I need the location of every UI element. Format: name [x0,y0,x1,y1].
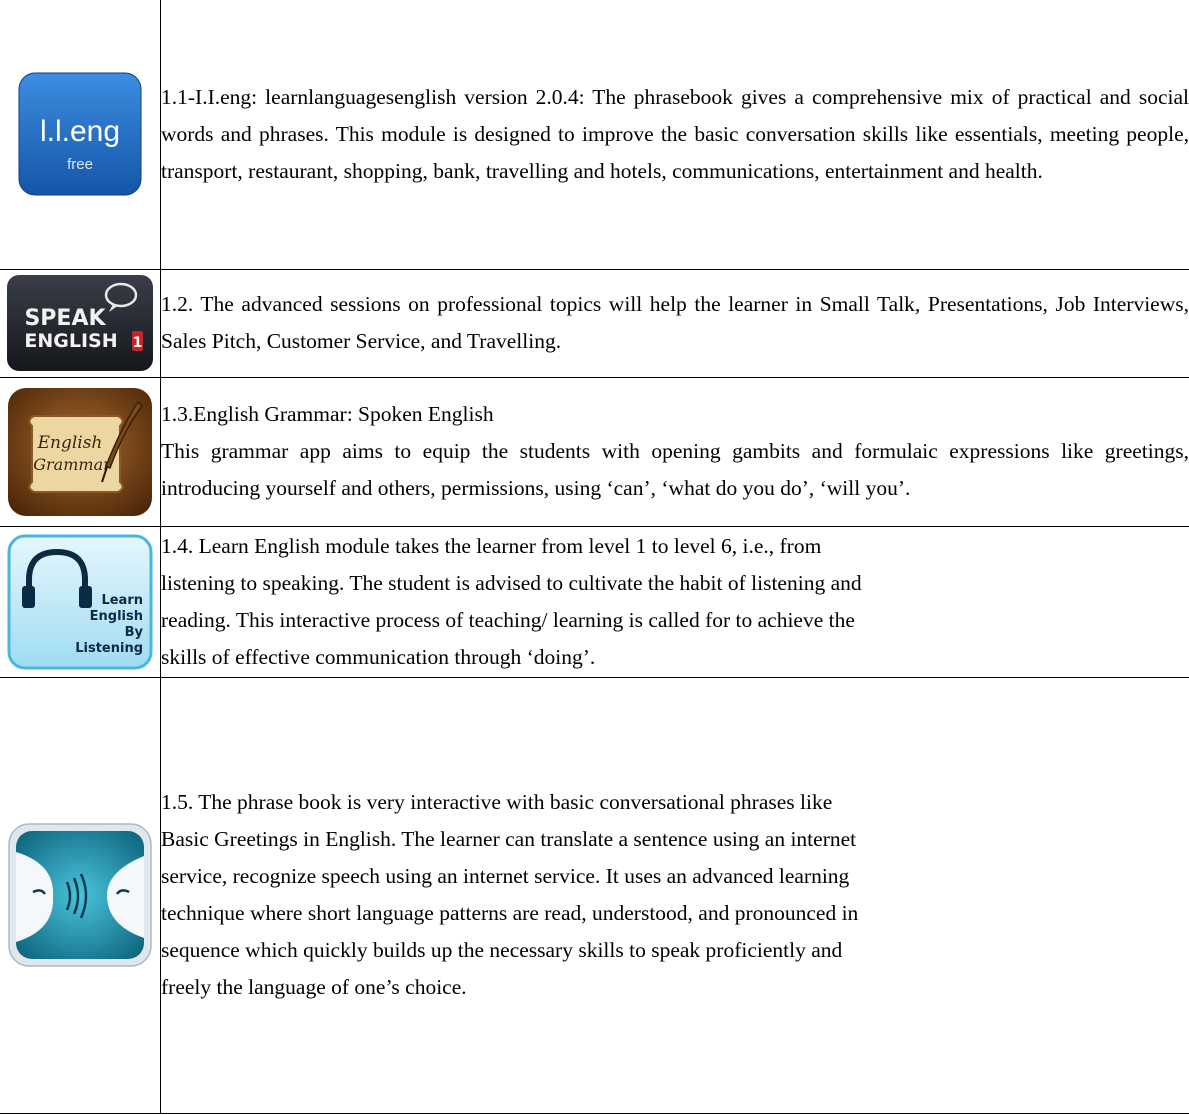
listening-icon-line1: Learn [101,593,143,608]
scroll-icon [28,414,124,493]
description-text: 1.2. The advanced sessions on profession… [161,292,1189,353]
grammar-icon-line2: Grammar [33,455,112,474]
lleng-free-app-icon: l.l.eng free [17,71,143,197]
icon-cell: l.l.eng free [0,0,161,270]
description-cell: 1.2. The advanced sessions on profession… [160,268,1189,378]
icon-cell: Learn English By Listening [0,525,161,678]
icon-cell: SPEAK ENGLISH 1 [0,268,161,378]
description-line: freely the language of one’s choice. [161,975,467,999]
speak-icon-line1: SPEAK [24,306,106,331]
description-line: 1.5. The phrase book is very interactive… [161,790,833,814]
description-line: Basic Greetings in English. The learner … [161,827,857,851]
english-grammar-scroll-app-icon: English Grammar [6,386,154,518]
lleng-icon-title: l.l.eng [40,115,120,148]
grammar-icon-line1: English [37,433,103,453]
learn-english-by-listening-app-icon: Learn English By Listening [7,534,153,670]
table-row: 1.5. The phrase book is very interactive… [0,676,1189,1114]
description-heading: 1.3.English Grammar: Spoken English [161,402,494,426]
listening-icon-line2: English [90,609,143,624]
description-cell: 1.1-I.I.eng: learnlanguagesenglish versi… [160,0,1189,270]
description-cell: 1.5. The phrase book is very interactive… [160,676,1189,1114]
listening-icon-line4: Listening [75,641,143,656]
description-line: technique where short language patterns … [161,901,859,925]
lleng-icon-subtitle: free [67,156,93,173]
speak-icon-badge: 1 [133,335,143,351]
description-text: 1.1-I.I.eng: learnlanguagesenglish versi… [161,84,1189,183]
description-cell: 1.4. Learn English module takes the lear… [160,525,1189,678]
speak-icon-line2: ENGLISH [24,330,117,352]
description-line: sequence which quickly builds up the nec… [161,938,843,962]
description-line: 1.4. Learn English module takes the lear… [161,533,822,558]
description-cell: 1.3.English Grammar: Spoken English This… [160,376,1189,527]
description-line: service, recognize speech using an inter… [161,864,850,888]
apps-table: l.l.eng free 1.1-I.I.eng: learnlanguages… [0,0,1189,1114]
table-row: English Grammar 1.3.English Grammar: Spo… [0,376,1189,527]
table-row: l.l.eng free 1.1-I.I.eng: learnlanguages… [0,0,1189,270]
icon-cell: English Grammar [0,376,161,527]
description-line: reading. This interactive process of tea… [161,607,855,632]
table-row: SPEAK ENGLISH 1 1.2. The advanced sessio… [0,268,1189,378]
icon-cell [0,676,161,1114]
description-text: This grammar app aims to equip the stude… [161,439,1189,500]
table-row: Learn English By Listening 1.4. Learn En… [0,525,1189,678]
listening-icon-line3: By [125,625,144,640]
description-line: listening to speaking. The student is ad… [161,570,862,595]
phrasebook-speech-app-icon [7,822,153,968]
description-line: skills of effective communication throug… [161,644,596,669]
speak-english-app-icon: SPEAK ENGLISH 1 [5,273,155,373]
